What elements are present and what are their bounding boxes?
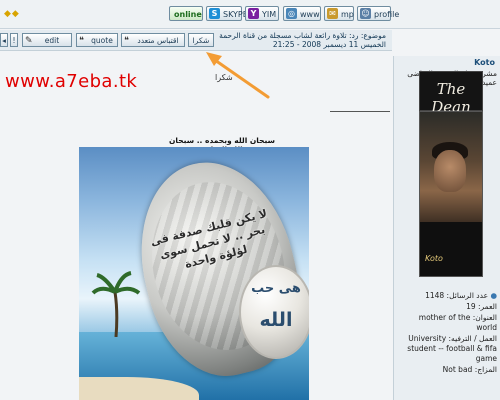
avatar: Koto xyxy=(419,111,483,277)
subject-text: موضوع: رد: تلاوة رائعة لشاب مسجلة من قنا… xyxy=(219,31,386,40)
yim-button[interactable]: Y YIM xyxy=(245,6,279,21)
profile-button[interactable]: ☺ profile xyxy=(357,6,399,21)
edit-label: edit xyxy=(44,36,60,45)
signature-divider xyxy=(330,111,390,112)
user-sidebar: Koto مشرف عام المنتدى الرياضى عميد ملتقى… xyxy=(393,56,500,400)
quote-button[interactable]: ❝ quote xyxy=(76,33,118,47)
pearl-text-2: الله xyxy=(259,309,293,331)
user-icon: ☺ xyxy=(360,8,371,19)
username[interactable]: Koto xyxy=(474,58,495,67)
globe-icon: ◎ xyxy=(286,8,297,19)
site-watermark: www.a7eba.tk xyxy=(5,71,138,92)
edit-button[interactable]: ✎ edit xyxy=(22,33,72,47)
post-image: لا يكن قلبك صدفة فى بحر .. لا تحمل سوى ل… xyxy=(79,147,309,400)
envelope-icon: ✉ xyxy=(327,8,338,19)
quote-icon: ❝ xyxy=(79,36,84,46)
address-row: العنوان: mother of the world xyxy=(418,313,497,332)
mood-row: المزاج: Not bad xyxy=(442,365,497,374)
post-text: شكرا xyxy=(215,73,233,82)
report-button[interactable]: ! xyxy=(10,33,18,47)
multi-quote-icon: ❝ xyxy=(124,36,129,46)
yahoo-icon: Y xyxy=(248,8,259,19)
top-toolbar: ◆◆ online S SKYPE Y YIM ◎ www ✉ mp ☺ pro… xyxy=(0,0,500,29)
posts-count: ● عدد الرسائل: 1148 xyxy=(425,291,497,300)
skype-icon: S xyxy=(209,8,220,19)
multi-quote-button[interactable]: ❝ اقتباس متعدد xyxy=(121,33,185,47)
bullet-icon: ● xyxy=(488,291,497,300)
nav-arrows-icon[interactable]: ◆◆ xyxy=(4,9,20,19)
www-label: www xyxy=(300,10,320,19)
multi-quote-label: اقتباس متعدد xyxy=(137,36,179,45)
pearl-graphic: هى حب الله xyxy=(239,265,309,359)
back-button[interactable]: ◂ xyxy=(0,33,8,47)
pm-label: mp xyxy=(341,10,354,19)
online-status-button[interactable]: online xyxy=(169,6,203,21)
yim-label: YIM xyxy=(262,10,277,19)
skype-button[interactable]: S SKYPE xyxy=(206,6,248,21)
post-date: الخميس 11 ديسمبر 2008 - 21:25 xyxy=(272,40,386,49)
pearl-text-1: هى حب xyxy=(251,281,301,296)
profile-label: profile xyxy=(374,10,400,19)
rank-banner: The Dean xyxy=(419,71,483,116)
www-button[interactable]: ◎ www xyxy=(283,6,321,21)
quote-label: quote xyxy=(91,36,113,45)
edit-icon: ✎ xyxy=(25,36,33,46)
age-row: العمر: 19 xyxy=(466,302,497,311)
palm-tree-icon xyxy=(91,271,141,337)
post-action-bar: ◂ ! ✎ edit ❝ quote ❝ اقتباس متعدد شكرا م… xyxy=(0,30,392,51)
post-subject: موضوع: رد: تلاوة رائعة لشاب مسجلة من قنا… xyxy=(181,31,386,49)
pm-button[interactable]: ✉ mp xyxy=(324,6,354,21)
job-row: العمل / الترفيه: University student -- f… xyxy=(407,334,497,363)
user-details: ● عدد الرسائل: 1148 العمر: 19 العنوان: m… xyxy=(397,291,497,376)
avatar-signature: Koto xyxy=(425,254,443,263)
